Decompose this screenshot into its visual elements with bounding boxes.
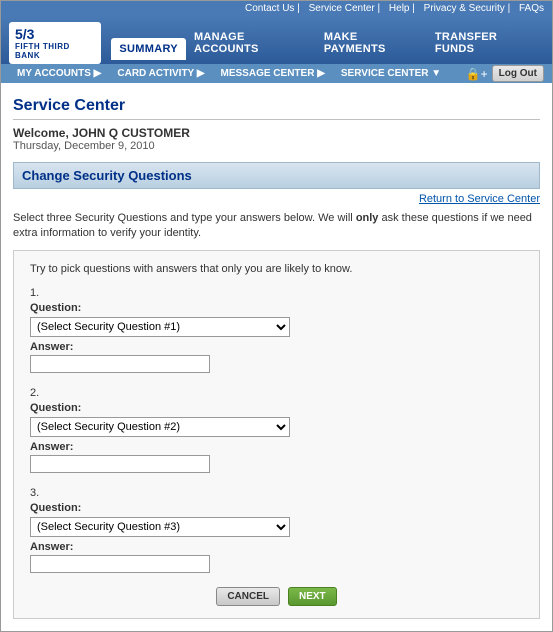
subnav-message-center[interactable]: MESSAGE CENTER ▶	[213, 64, 333, 83]
question-select-3[interactable]: (Select Security Question #3)	[30, 517, 290, 537]
question-number-3: 3.	[30, 487, 523, 499]
faqs-link[interactable]: FAQs	[519, 3, 544, 14]
subnav-service-center[interactable]: SERVICE CENTER ▼	[333, 64, 449, 83]
welcome-text: Welcome, JOHN Q CUSTOMER	[13, 126, 540, 140]
section-header: Change Security Questions	[13, 162, 540, 189]
answer-input-3[interactable]	[30, 555, 210, 573]
return-to-service-center-link[interactable]: Return to Service Center	[13, 193, 540, 205]
form-container: Try to pick questions with answers that …	[13, 250, 540, 619]
lock-icon: 🔒+	[466, 67, 488, 81]
answer-label-2: Answer:	[30, 441, 523, 453]
help-link[interactable]: Help	[389, 3, 410, 14]
question-label-2: Question:	[30, 402, 523, 414]
date-text: Thursday, December 9, 2010	[13, 140, 540, 152]
logo: 5/3 FIFTH THIRD BANK	[9, 22, 101, 64]
hint-text: Try to pick questions with answers that …	[30, 263, 523, 275]
answer-input-2[interactable]	[30, 455, 210, 473]
subnav-my-accounts[interactable]: MY ACCOUNTS ▶	[9, 64, 109, 83]
subnav-card-activity[interactable]: CARD ACTIVITY ▶	[109, 64, 212, 83]
question-group-1: 1. Question: (Select Security Question #…	[30, 287, 523, 373]
sub-nav-right: 🔒+ Log Out	[466, 65, 544, 82]
button-row: CANCEL NEXT	[30, 587, 523, 606]
logo-name: FIFTH THIRD BANK	[15, 42, 95, 60]
intro-line1: Select three Security Questions and type…	[13, 212, 353, 224]
logo-fraction: 5/3	[15, 26, 95, 42]
page-content: Service Center Welcome, JOHN Q CUSTOMER …	[1, 83, 552, 631]
nav-transfer-funds[interactable]: TRANSFER FUNDS	[427, 26, 544, 60]
question-label-1: Question:	[30, 302, 523, 314]
logout-button[interactable]: Log Out	[492, 65, 544, 82]
question-group-2: 2. Question: (Select Security Question #…	[30, 387, 523, 473]
main-nav: SUMMARY MANAGE ACCOUNTS MAKE PAYMENTS TR…	[111, 26, 544, 60]
nav-summary[interactable]: SUMMARY	[111, 38, 186, 60]
question-select-2[interactable]: (Select Security Question #2)	[30, 417, 290, 437]
question-select-1[interactable]: (Select Security Question #1)	[30, 317, 290, 337]
sub-nav: MY ACCOUNTS ▶ CARD ACTIVITY ▶ MESSAGE CE…	[1, 64, 552, 83]
next-button[interactable]: NEXT	[288, 587, 337, 606]
intro-text: Select three Security Questions and type…	[13, 211, 540, 242]
page-title: Service Center	[13, 91, 540, 120]
privacy-security-link[interactable]: Privacy & Security	[424, 3, 505, 14]
cancel-button[interactable]: CANCEL	[216, 587, 280, 606]
question-group-3: 3. Question: (Select Security Question #…	[30, 487, 523, 573]
header: 5/3 FIFTH THIRD BANK SUMMARY MANAGE ACCO…	[1, 16, 552, 64]
question-number-2: 2.	[30, 387, 523, 399]
contact-us-link[interactable]: Contact Us	[245, 3, 294, 14]
service-center-link[interactable]: Service Center	[309, 3, 375, 14]
question-label-3: Question:	[30, 502, 523, 514]
nav-make-payments[interactable]: MAKE PAYMENTS	[316, 26, 427, 60]
answer-label-3: Answer:	[30, 541, 523, 553]
browser-frame: Contact Us | Service Center | Help | Pri…	[0, 0, 553, 632]
intro-bold: only	[356, 212, 379, 224]
question-number-1: 1.	[30, 287, 523, 299]
answer-input-1[interactable]	[30, 355, 210, 373]
answer-label-1: Answer:	[30, 341, 523, 353]
nav-manage-accounts[interactable]: MANAGE ACCOUNTS	[186, 26, 316, 60]
utility-nav: Contact Us | Service Center | Help | Pri…	[1, 1, 552, 16]
